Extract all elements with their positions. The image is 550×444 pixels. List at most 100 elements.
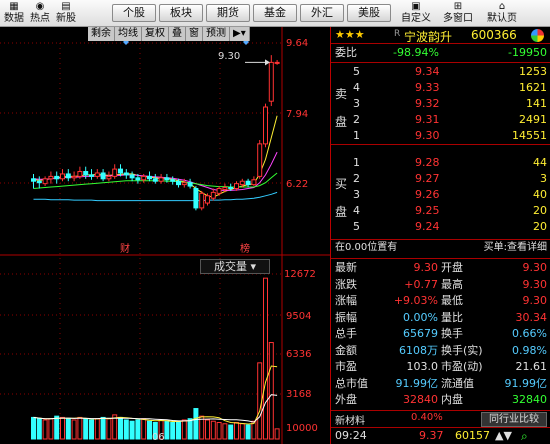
scroll-arrows-icon[interactable]: ▲▼ (495, 428, 512, 444)
tick-row: 09:24 9.37 60157 ▲▼ ⌕ (331, 427, 550, 443)
volume-bar (193, 408, 199, 440)
custom-tool-button[interactable]: ▣ 自定义 (398, 1, 434, 25)
bid-volume: 44 (533, 156, 547, 169)
default-page-tool-label: 默认页 (487, 13, 517, 24)
tab-overlay[interactable]: 叠 (169, 27, 186, 41)
bid-row[interactable]: 5 9.24 20 (331, 219, 550, 235)
tab-futures[interactable]: 期货 (206, 4, 250, 22)
stat-label: 总市值 (335, 376, 368, 390)
tab-remaining[interactable]: 剩余 (88, 27, 115, 41)
ask-level: 5 (353, 65, 360, 78)
peer-compare-button[interactable]: 同行业比较 (481, 412, 547, 427)
expand-arrow-icon[interactable]: ▶▾ (230, 27, 250, 41)
ask-row[interactable]: 2 9.31 2491 (331, 112, 550, 128)
stat-value: 0.00% (403, 310, 438, 324)
volume-bar (135, 419, 141, 440)
stat-label: 涨幅 (335, 294, 357, 307)
stat-value: 6108万 (399, 343, 438, 357)
candle-body (94, 172, 100, 177)
ask-row[interactable]: 1 9.30 14551 (331, 128, 550, 144)
volume-bar (268, 342, 274, 440)
volume-bar (118, 416, 123, 440)
candle-body (42, 178, 48, 185)
tab-window[interactable]: 窗 (186, 27, 203, 41)
position-note-row: 在0.00位置有 买单:查看详细 (331, 240, 550, 256)
kline-chart-svg[interactable] (0, 27, 330, 444)
stat-value: 32840 (403, 393, 438, 406)
candle-body (54, 175, 60, 180)
candle-body (100, 172, 106, 180)
stat-value: 91.99亿 (504, 376, 548, 390)
volume-bar (129, 420, 135, 440)
default-page-tool-button[interactable]: ⌂ 默认页 (484, 1, 520, 25)
bid-row[interactable]: 4 9.25 20 (331, 203, 550, 219)
volume-bar (210, 420, 216, 440)
bid-row[interactable]: 3 9.26 40 (331, 187, 550, 203)
tick-price: 9.37 (419, 429, 444, 442)
stock-name: 宁波韵升 (404, 30, 453, 44)
volume-bar (205, 419, 210, 440)
tab-adjust[interactable]: 复权 (142, 27, 169, 41)
custom-tool-label: 自定义 (401, 13, 431, 24)
event-mark-finance[interactable]: 财 (120, 240, 130, 255)
candle-body (263, 106, 268, 145)
weibi-value: -19950 (508, 46, 547, 59)
stat-value: 9.30 (413, 261, 439, 274)
volume-bar (257, 362, 263, 440)
ask-row[interactable]: 4 9.33 1621 (331, 80, 550, 96)
bid-row[interactable]: 2 9.27 3 (331, 171, 550, 187)
tab-forecast[interactable]: 预测 (203, 27, 230, 41)
tab-ma[interactable]: 均线 (115, 27, 142, 41)
kline-chart-area[interactable]: 剩余 均线 复权 叠 窗 预测 ▶▾ 9.64 7.94 6.22 9.30 财… (0, 27, 330, 444)
stat-label: 开盘 (441, 261, 463, 274)
candle-body (216, 188, 222, 194)
candle-body (228, 187, 234, 190)
globe-icon[interactable] (531, 29, 544, 42)
chart-tool-tabs: 剩余 均线 复权 叠 窗 预测 ▶▾ (88, 27, 250, 41)
ask-row[interactable]: 3 9.32 141 (331, 96, 550, 112)
hotspot-tool-label: 热点 (30, 13, 50, 24)
stat-value: +0.77 (404, 277, 438, 291)
vol-axis-3: 6336 (286, 349, 312, 360)
data-icon: ▦ (9, 1, 19, 12)
search-icon[interactable]: ⌕ (521, 428, 528, 444)
tab-funds[interactable]: 基金 (253, 4, 297, 22)
stat-value: 65679 (403, 327, 438, 340)
buy-detail-link[interactable]: 买单:查看详细 (484, 240, 547, 256)
tab-forex[interactable]: 外汇 (300, 4, 344, 22)
tab-sector[interactable]: 板块 (159, 4, 203, 22)
stat-value: 0.98% (512, 343, 547, 357)
candle-body (129, 174, 135, 179)
event-mark-list[interactable]: 榜 (240, 240, 250, 255)
candle-body (48, 175, 54, 180)
bid-price: 9.25 (415, 204, 440, 217)
multiwindow-tool-button[interactable]: ⊞ 多窗口 (440, 1, 476, 25)
vol-axis-4: 3168 (286, 389, 312, 400)
candle-body (106, 175, 112, 180)
ask-level: 3 (353, 97, 360, 110)
bid-volume: 3 (540, 172, 547, 185)
top-toolbar: ▦ 数据 ◉ 热点 ▤ 新股 个股 板块 期货 基金 外汇 美股 ▣ 自定义 ⊞… (0, 0, 550, 27)
candle-body (31, 178, 36, 182)
volume-bar (31, 416, 36, 440)
hotspot-tool-button[interactable]: ◉ 热点 (28, 1, 52, 25)
candle-body (274, 61, 280, 64)
bid-row[interactable]: 1 9.28 44 (331, 155, 550, 171)
new-stock-tool-button[interactable]: ▤ 新股 (54, 1, 78, 25)
ask-row[interactable]: 5 9.34 1253 (331, 64, 550, 80)
vol-axis-5: 10000 (286, 423, 318, 434)
tab-individual-stock[interactable]: 个股 (112, 4, 156, 22)
candle-body (181, 182, 187, 186)
candle-body (170, 179, 176, 182)
volume-indicator-title[interactable]: 成交量 ▾ (200, 259, 270, 274)
tick-time: 09:24 (335, 429, 367, 442)
stats-row: 最新 9.30 开盘 9.30 (331, 260, 550, 276)
weibi-pct: -98.94% (393, 46, 439, 59)
bid-level: 1 (353, 156, 360, 169)
stat-label: 振幅 (335, 310, 357, 324)
divider (331, 144, 550, 145)
data-tool-button[interactable]: ▦ 数据 (2, 1, 26, 25)
stat-value: 32840 (512, 393, 547, 406)
sector-name[interactable]: 新材料 (335, 412, 365, 427)
tab-us-stocks[interactable]: 美股 (347, 4, 391, 22)
